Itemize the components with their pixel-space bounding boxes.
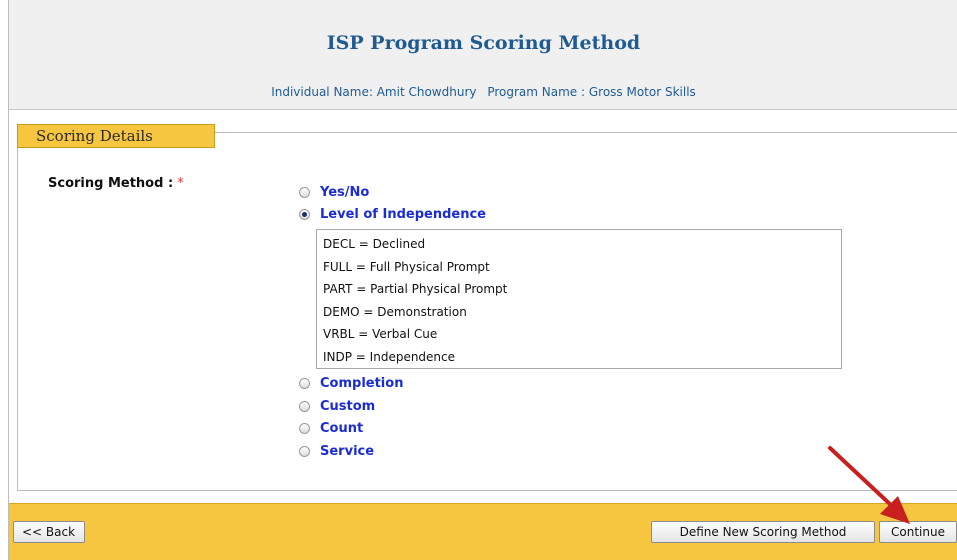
level-item-part: PART = Partial Physical Prompt xyxy=(323,282,508,297)
radio-yes-no[interactable] xyxy=(299,186,310,198)
program-name-value: Gross Motor Skills xyxy=(588,85,696,99)
annotation-arrow-icon xyxy=(828,446,910,524)
level-item-indp: INDP = Independence xyxy=(323,349,456,364)
scoring-method-window: ISP Program Scoring Method Individual Na… xyxy=(8,0,957,560)
option-label-completion[interactable]: Completion xyxy=(320,376,403,391)
level-item-full: FULL = Full Physical Prompt xyxy=(323,259,490,274)
section-border xyxy=(17,132,18,490)
footer-toolbar: << Back Define New Scoring Method Contin… xyxy=(9,503,957,560)
individual-name-value: Amit Chowdhury xyxy=(376,85,477,99)
option-level-of-independence[interactable]: Level of Independence xyxy=(299,204,486,224)
back-button[interactable]: << Back xyxy=(13,521,85,543)
required-asterisk: * xyxy=(177,176,184,191)
radio-custom[interactable] xyxy=(299,400,310,412)
independence-levels-list: DECL = Declined FULL = Full Physical Pro… xyxy=(316,229,842,369)
page-title: ISP Program Scoring Method xyxy=(326,32,641,54)
radio-count[interactable] xyxy=(299,422,310,434)
option-label-service[interactable]: Service xyxy=(320,444,374,459)
option-label-count[interactable]: Count xyxy=(320,421,363,436)
radio-level-of-independence[interactable] xyxy=(299,208,310,220)
option-yes-no[interactable]: Yes/No xyxy=(299,182,369,202)
scoring-method-label: Scoring Method : * xyxy=(48,176,184,191)
level-item-decl: DECL = Declined xyxy=(323,237,426,251)
program-name-label: Program Name : xyxy=(487,85,586,99)
option-label-yes-no[interactable]: Yes/No xyxy=(320,185,369,200)
radio-service[interactable] xyxy=(299,445,310,457)
option-count[interactable]: Count xyxy=(299,418,363,438)
option-custom[interactable]: Custom xyxy=(299,396,375,416)
radio-completion[interactable] xyxy=(299,377,310,389)
option-label-custom[interactable]: Custom xyxy=(320,399,375,414)
option-completion[interactable]: Completion xyxy=(299,373,403,393)
section-legend: Scoring Details xyxy=(17,124,215,148)
page-header: ISP Program Scoring Method Individual Na… xyxy=(9,0,957,110)
level-item-vrbl: VRBL = Verbal Cue xyxy=(323,327,438,342)
option-service[interactable]: Service xyxy=(299,441,374,461)
level-item-demo: DEMO = Demonstration xyxy=(323,304,467,319)
scoring-method-label-text: Scoring Method : xyxy=(48,176,174,191)
individual-name-label: Individual Name: xyxy=(271,85,373,99)
section-bottom-divider xyxy=(17,490,957,491)
program-info: Individual Name: Amit Chowdhury Program … xyxy=(9,85,957,99)
option-label-level-of-independence[interactable]: Level of Independence xyxy=(320,207,486,222)
